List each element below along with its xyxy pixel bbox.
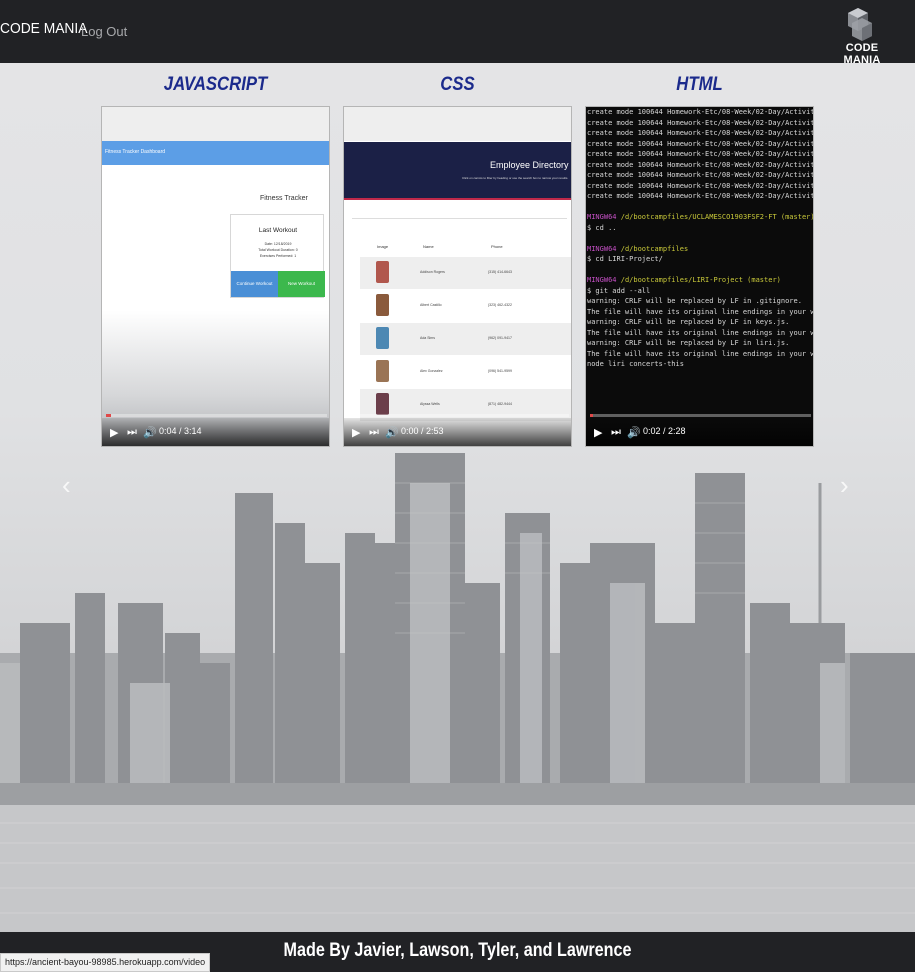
terminal-user: MINGW64 [587, 276, 617, 284]
navbar: CODE MANIA Log Out CODE MANIA [0, 0, 915, 66]
terminal-path: /d/bootcampfiles/UCLAMESCO1903FSF2-FT (m… [620, 213, 813, 221]
terminal-line: The file will have its original line end… [587, 328, 813, 337]
video-progress-bar[interactable] [106, 414, 327, 417]
preview-navbar: Fitness Tracker Dashboard [102, 141, 329, 165]
employee-name: Albert Castillo [420, 303, 442, 307]
terminal-line: create mode 100644 Homework-Etc/08-Week/… [587, 129, 813, 137]
employee-phone: (323) 462-4322 [488, 303, 512, 307]
chevron-left-icon[interactable]: ‹ [62, 470, 71, 501]
terminal-path: /d/bootcampfiles [620, 244, 689, 253]
next-track-icon[interactable]: ⏭ [127, 426, 137, 439]
terminal-command: node liri concerts-this [587, 360, 684, 368]
code-mania-logo[interactable]: CODE MANIA [830, 6, 894, 66]
preview-heading: Fitness Tracker [260, 195, 308, 202]
employee-phone: (871) 482-9444 [488, 402, 512, 406]
video-time: 0:00 / 2:53 [401, 426, 444, 436]
terminal-command: $ cd .. [587, 223, 617, 232]
terminal-line: create mode 100644 Homework-Etc/08-Week/… [587, 171, 813, 179]
video-progress-bar[interactable] [348, 414, 569, 417]
terminal-line: warning: CRLF will be replaced by LF in … [587, 318, 790, 326]
continue-workout-button: Continue Workout [231, 271, 278, 297]
employee-photo [376, 261, 389, 283]
video-controls: ▶ ⏭ 🔊 0:00 / 2:53 [344, 414, 571, 446]
preview-subheading: Click on carrots to filter by heading or… [462, 176, 569, 180]
slide-title-html: HTML [676, 74, 723, 95]
volume-icon[interactable]: 🔊 [627, 426, 641, 439]
terminal-line: create mode 100644 Homework-Etc/08-Week/… [587, 118, 813, 127]
volume-icon[interactable]: 🔊 [143, 426, 157, 439]
cube-logo-icon [848, 8, 872, 41]
play-icon[interactable]: ▶ [594, 426, 602, 439]
play-icon[interactable]: ▶ [110, 426, 118, 439]
brand-link[interactable]: CODE MANIA [0, 20, 87, 37]
employee-photo [376, 360, 389, 382]
logout-link[interactable]: Log Out [81, 24, 127, 39]
table-row: Alex Gonzalez (096) 541-9599 [360, 356, 571, 388]
terminal-line: create mode 100644 Homework-Etc/08-Week/… [587, 108, 813, 116]
employee-photo [376, 327, 389, 349]
preview-search [352, 209, 567, 219]
slide-title-javascript: JAVASCRIPT [163, 74, 268, 95]
terminal-line: warning: CRLF will be replaced by LF in … [587, 339, 790, 347]
last-workout-card: Last Workout Date: 12/18/2019 Total Work… [230, 214, 325, 298]
employee-photo [376, 393, 389, 415]
volume-icon[interactable]: 🔊 [385, 426, 399, 439]
employee-phone: (315) 414-6643 [488, 270, 512, 274]
table-row: Addison Rogers (315) 414-6643 [360, 257, 571, 289]
terminal-line: create mode 100644 Homework-Etc/08-Week/… [587, 139, 813, 148]
terminal-preview: create mode 100644 Homework-Etc/08-Week/… [586, 107, 813, 446]
employee-phone: (096) 541-9599 [488, 369, 512, 373]
status-bar-url: https://ancient-bayou-98985.herokuapp.co… [0, 953, 211, 972]
terminal-line: The file will have its original line end… [587, 307, 813, 316]
video-progress-bar[interactable] [590, 414, 811, 417]
video-html[interactable]: create mode 100644 Homework-Etc/08-Week/… [585, 106, 814, 447]
progress-fill [590, 414, 594, 417]
video-controls: ▶ ⏭ 🔊 0:04 / 3:14 [102, 414, 329, 446]
video-css[interactable]: Employee Directory Click on carrots to f… [343, 106, 572, 447]
preview-header: Employee Directory Click on carrots to f… [344, 142, 571, 200]
terminal-command: $ cd LIRI-Project/ [587, 255, 663, 263]
browser-chrome [102, 107, 329, 141]
table-row: Albert Castillo (323) 462-4322 [360, 290, 571, 322]
employee-phone: (962) 091-9417 [488, 336, 512, 340]
card-line: Exercises Performed: 1 [259, 254, 297, 258]
next-track-icon[interactable]: ⏭ [369, 426, 379, 439]
terminal-line: create mode 100644 Homework-Etc/08-Week/… [587, 150, 813, 158]
employee-name: Addison Rogers [420, 270, 445, 274]
progress-fill [106, 414, 111, 417]
next-track-icon[interactable]: ⏭ [611, 426, 621, 439]
employee-name: Alex Gonzalez [420, 369, 443, 373]
terminal-user: MINGW64 [587, 213, 617, 221]
video-javascript[interactable]: Fitness Tracker Dashboard Fitness Tracke… [101, 106, 330, 447]
terminal-user: MINGW64 [587, 244, 617, 253]
browser-chrome [344, 107, 571, 141]
new-workout-button: New Workout [278, 271, 325, 297]
preview-heading: Employee Directory [490, 160, 569, 170]
card-title: Last Workout [258, 227, 298, 234]
video-time: 0:04 / 3:14 [159, 426, 202, 436]
terminal-line: create mode 100644 Homework-Etc/08-Week/… [587, 181, 813, 190]
table-row: Ada Sims (962) 091-9417 [360, 323, 571, 355]
col-image: Image [377, 244, 389, 249]
preview-nav-title: Fitness Tracker Dashboard [105, 149, 166, 155]
terminal-line: create mode 100644 Homework-Etc/08-Week/… [587, 192, 813, 200]
col-phone: Phone [491, 244, 503, 249]
video-controls: ▶ ⏭ 🔊 0:02 / 2:28 [586, 414, 813, 446]
card-lines: Date: 12/18/2019 Total Workout Duration:… [231, 241, 325, 259]
video-time: 0:02 / 2:28 [643, 426, 686, 436]
employee-name: Alyssa Wells [420, 402, 440, 406]
terminal-line: warning: CRLF will be replaced by LF in … [587, 297, 802, 305]
terminal-line: create mode 100644 Homework-Etc/08-Week/… [587, 160, 813, 169]
terminal-path: /d/bootcampfiles/LIRI-Project (master) [620, 276, 781, 284]
employee-name: Ada Sims [420, 336, 435, 340]
chevron-right-icon[interactable]: › [840, 470, 849, 501]
slide-title-css: CSS [440, 74, 475, 95]
col-name: Name [423, 244, 434, 249]
employee-photo [376, 294, 389, 316]
play-icon[interactable]: ▶ [352, 426, 360, 439]
terminal-line: The file will have its original line end… [587, 349, 813, 358]
terminal-command: $ git add --all [587, 286, 651, 295]
